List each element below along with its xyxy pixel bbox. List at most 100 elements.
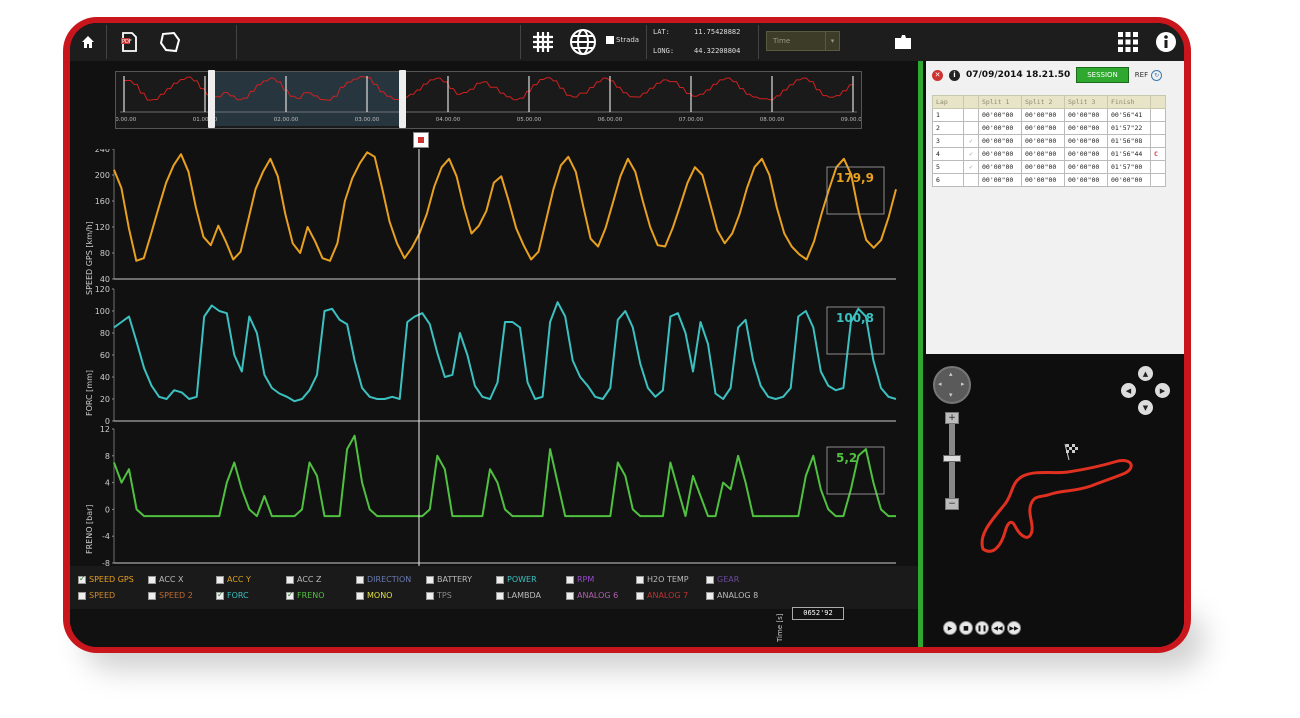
globe-icon[interactable]	[568, 23, 598, 61]
ref-icon[interactable]: ↻	[1151, 69, 1163, 81]
channel-checkbox[interactable]	[216, 590, 224, 600]
session-info-icon[interactable]: i	[949, 69, 960, 81]
time-select[interactable]: Time ▾	[766, 31, 840, 51]
channel-toggle[interactable]: BATTERY	[426, 575, 472, 584]
channel-checkbox[interactable]	[78, 574, 86, 584]
fast-forward-icon[interactable]: ▶▶	[1007, 621, 1021, 635]
channel-checkbox[interactable]	[496, 575, 504, 584]
info-icon[interactable]	[1152, 23, 1180, 61]
joy-left-icon: ◂	[938, 380, 942, 388]
lap-flag-cell: C	[1150, 147, 1166, 161]
channel-toggle[interactable]: SPEED	[78, 591, 115, 600]
speed-chart: 240 200 160 120 80 40 179,9	[95, 149, 897, 284]
channel-checkbox[interactable]	[216, 575, 224, 584]
lap-row[interactable]: 1 00'00"00 00'00"00 00'00"00 00'56"41	[932, 108, 1166, 122]
channel-toggle[interactable]: FORC	[216, 590, 249, 600]
ref-control[interactable]: REF ↻	[1135, 69, 1163, 81]
channel-checkbox[interactable]	[706, 591, 714, 600]
chart-plots[interactable]: 2402001601208040179,9120100806040200100,…	[70, 149, 918, 619]
pan-down-icon[interactable]: ▼	[1138, 400, 1153, 415]
channel-toggle[interactable]: ANALOG 8	[706, 591, 758, 600]
overview-strip[interactable]: 00.00.0001.00.0002.00.0003.00.0004.00.00…	[115, 70, 862, 129]
toolbar: PDF Strada LAT: 11.75428882 LONG: 44.322…	[70, 23, 1184, 62]
lap-row[interactable]: 6 00'00"00 00'00"00 00'00"00 00'00"00	[932, 173, 1166, 187]
channel-checkbox[interactable]	[286, 575, 294, 584]
grid-icon[interactable]	[528, 23, 558, 61]
channel-checkbox[interactable]	[356, 575, 364, 584]
channel-toggle[interactable]: RPM	[566, 575, 594, 584]
close-session-icon[interactable]: ✕	[932, 69, 943, 81]
apps-grid-icon[interactable]	[1114, 23, 1142, 61]
channel-checkbox[interactable]	[426, 591, 434, 600]
strada-checkbox[interactable]	[606, 36, 614, 44]
time-box-value[interactable]: 0652'92	[792, 607, 844, 620]
channel-checkbox[interactable]	[426, 575, 434, 584]
channel-toggle[interactable]: POWER	[496, 575, 537, 584]
overview-left-handle[interactable]	[208, 70, 215, 128]
channel-checkbox[interactable]	[286, 590, 294, 600]
pdf-export-icon[interactable]: PDF	[116, 23, 142, 61]
channel-checkbox[interactable]	[148, 591, 156, 600]
pan-right-icon[interactable]: ▶	[1155, 383, 1170, 398]
lap-check-cell[interactable]: ✓	[963, 147, 979, 161]
channel-toggle[interactable]: ANALOG 6	[566, 591, 618, 600]
channel-checkbox[interactable]	[636, 575, 644, 584]
channel-toggle[interactable]: LAMBDA	[496, 591, 541, 600]
marker-button[interactable]	[413, 132, 429, 148]
strada-toggle[interactable]: Strada	[606, 36, 639, 44]
channel-toggle[interactable]: ACC X	[148, 575, 184, 584]
rewind-icon[interactable]: ◀◀	[991, 621, 1005, 635]
chevron-down-icon: ▾	[825, 32, 839, 50]
channel-checkbox[interactable]	[356, 591, 364, 600]
toolbar-separator	[106, 25, 107, 59]
freno-y-tick: -4	[102, 532, 110, 541]
channel-checkbox[interactable]	[636, 591, 644, 600]
channel-checkbox[interactable]	[566, 575, 574, 584]
channel-toggle[interactable]: H2O TEMP	[636, 575, 689, 584]
channel-checkbox[interactable]	[148, 575, 156, 584]
lap-check-cell[interactable]	[963, 108, 979, 122]
channel-toggle[interactable]: ANALOG 7	[636, 591, 688, 600]
lap-row[interactable]: 2 00'00"00 00'00"00 00'00"00 01'57"22	[932, 121, 1166, 135]
channel-label: ACC Z	[297, 575, 322, 584]
lap-row[interactable]: 4 ✓ 00'00"00 00'00"00 00'00"00 01'56"44 C	[932, 147, 1166, 161]
channel-toggle[interactable]: MONO	[356, 591, 392, 600]
lap-s2-cell: 00'00"00	[1021, 121, 1065, 135]
channel-toggle[interactable]: GEAR	[706, 575, 739, 584]
pan-up-icon[interactable]: ▲	[1138, 366, 1153, 381]
session-button[interactable]: SESSION	[1076, 67, 1129, 83]
pause-icon[interactable]: ❚❚	[975, 621, 989, 635]
pan-left-icon[interactable]: ◀	[1121, 383, 1136, 398]
home-icon[interactable]	[74, 23, 102, 61]
channel-checkbox[interactable]	[566, 591, 574, 600]
channel-checkbox[interactable]	[496, 591, 504, 600]
lap-check-cell[interactable]: ✓	[963, 160, 979, 174]
lap-finish-cell: 01'56"44	[1107, 147, 1151, 161]
lap-row[interactable]: 3 ✓ 00'00"00 00'00"00 00'00"00 01'56"08	[932, 134, 1166, 148]
lap-check-cell[interactable]	[963, 121, 979, 135]
zoom-in-button[interactable]: +	[945, 412, 959, 424]
channel-toggle[interactable]: ACC Y	[216, 575, 251, 584]
track-map[interactable]	[923, 434, 1184, 594]
long-value: 44.32208804	[694, 47, 741, 55]
channel-toggle[interactable]: ACC Z	[286, 575, 322, 584]
channel-checkbox[interactable]	[706, 575, 714, 584]
overview-plot: 00.00.0001.00.0002.00.0003.00.0004.00.00…	[116, 76, 861, 123]
channel-toggle[interactable]: FRENO	[286, 590, 325, 600]
lap-row[interactable]: 5 ✓ 00'00"00 00'00"00 00'00"00 01'57"00	[932, 160, 1166, 174]
play-icon[interactable]: ▶	[943, 621, 957, 635]
lap-check-cell[interactable]	[963, 173, 979, 187]
folder-icon[interactable]	[888, 23, 918, 61]
channel-toggle[interactable]: SPEED GPS	[78, 574, 134, 584]
forc-series-line	[113, 301, 897, 403]
lap-check-cell[interactable]: ✓	[963, 134, 979, 148]
overview-right-handle[interactable]	[399, 70, 406, 128]
channel-toggle[interactable]: DIRECTION	[356, 575, 411, 584]
channel-toggle[interactable]: TPS	[426, 591, 452, 600]
stop-icon[interactable]: ■	[959, 621, 973, 635]
map-panel[interactable]: ▴ ▾ ◂ ▸ + − ▲ ◀ ▶ ▼ ▶ ■ ❚❚ ◀◀ ▶▶	[923, 354, 1184, 647]
map-joystick[interactable]: ▴ ▾ ◂ ▸	[933, 366, 971, 404]
track-shape-icon[interactable]	[156, 23, 184, 61]
channel-toggle[interactable]: SPEED 2	[148, 591, 193, 600]
channel-checkbox[interactable]	[78, 591, 86, 600]
